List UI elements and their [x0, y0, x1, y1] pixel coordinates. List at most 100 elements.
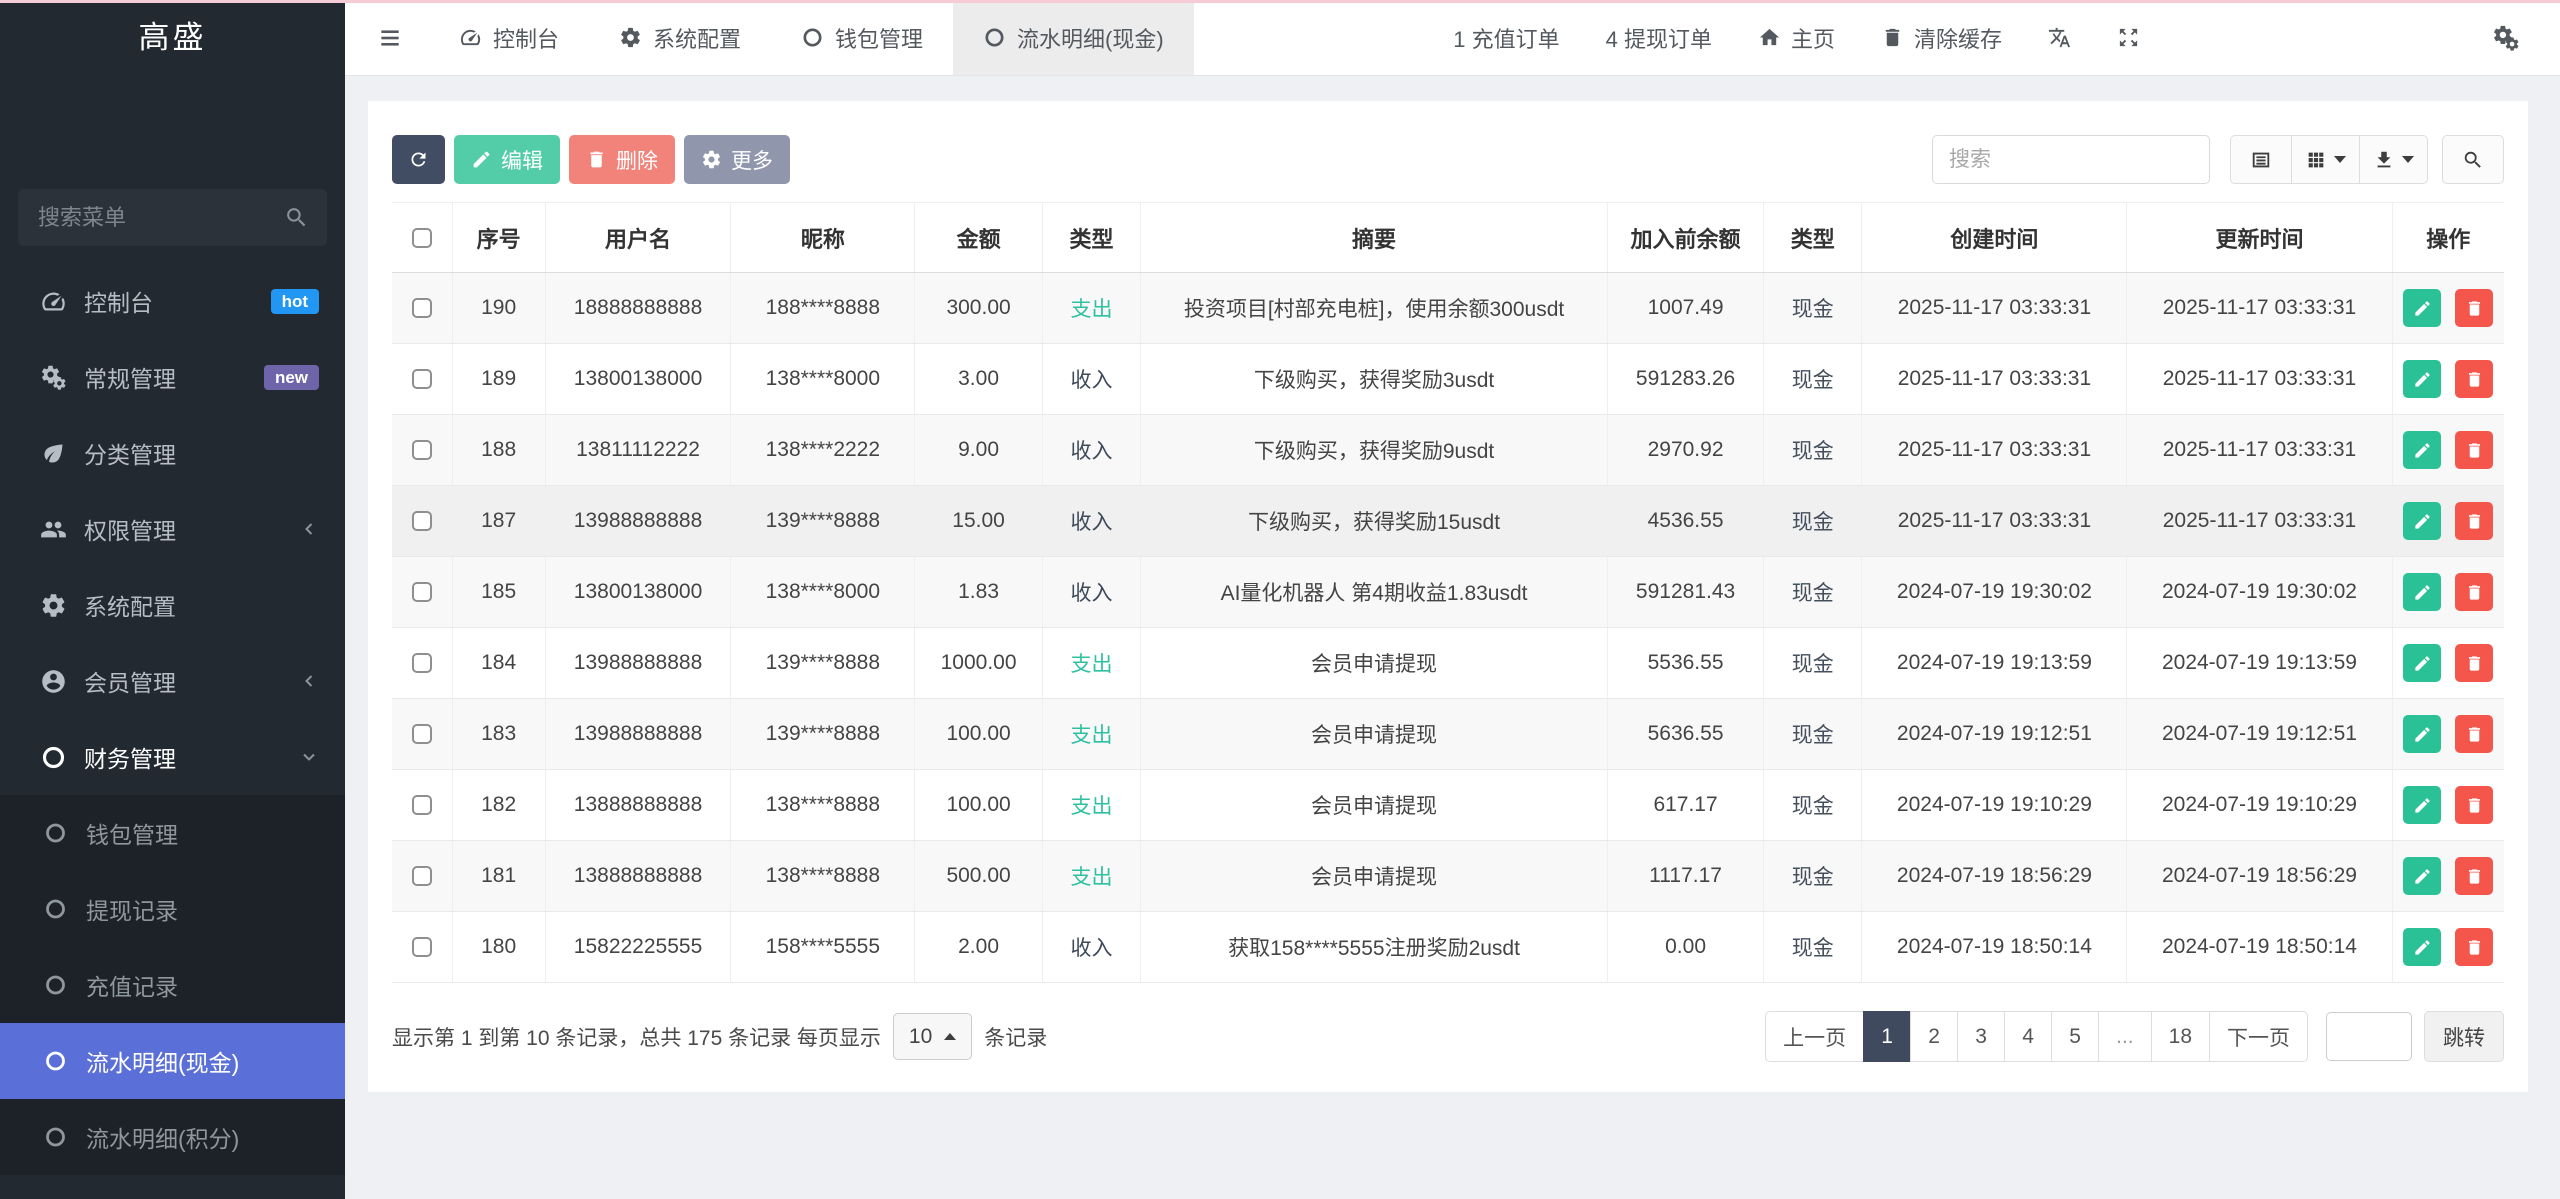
tab-wallet[interactable]: 钱包管理 — [771, 0, 953, 75]
clear-cache-link[interactable]: 清除缓存 — [1881, 22, 2002, 54]
row-edit-button[interactable] — [2403, 360, 2442, 398]
row-checkbox[interactable] — [412, 369, 433, 389]
cell-actions — [2391, 627, 2504, 699]
row-select-cell — [392, 627, 453, 699]
sidebar-item-recharge-records[interactable]: 充值记录 — [0, 947, 345, 1023]
table-search-input[interactable] — [1932, 135, 2210, 184]
row-delete-button[interactable] — [2455, 289, 2494, 327]
sidebar-item-points-flow[interactable]: 流水明细(积分) — [0, 1099, 345, 1175]
row-delete-button[interactable] — [2455, 715, 2494, 753]
row-checkbox[interactable] — [412, 866, 433, 886]
page-button[interactable]: 3 — [1957, 1011, 2006, 1062]
sidebar-search-input[interactable] — [18, 189, 327, 246]
row-delete-button[interactable] — [2455, 644, 2494, 682]
cell-balance: 2970.92 — [1606, 414, 1764, 486]
row-checkbox[interactable] — [412, 440, 433, 460]
cell-updated-time: 2024-07-19 18:50:14 — [2126, 911, 2392, 983]
sidebar-item-label: 流水明细(现金) — [86, 1050, 240, 1076]
sidebar-item-members[interactable]: 会员管理 — [0, 643, 345, 719]
row-edit-button[interactable] — [2403, 786, 2442, 824]
row-delete-button[interactable] — [2455, 928, 2494, 966]
row-delete-button[interactable] — [2455, 360, 2494, 398]
tab-cash-flow[interactable]: 流水明细(现金) — [953, 0, 1194, 75]
row-checkbox[interactable] — [412, 653, 433, 673]
row-edit-button[interactable] — [2403, 502, 2442, 540]
cell-actions — [2391, 556, 2504, 628]
export-button[interactable] — [2359, 135, 2428, 184]
row-delete-button[interactable] — [2455, 431, 2494, 469]
refresh-button[interactable] — [392, 135, 445, 184]
fullscreen-link[interactable] — [2117, 26, 2140, 49]
gear-icon — [619, 26, 642, 49]
sidebar-item-auth[interactable]: 权限管理 — [0, 491, 345, 567]
tab-dashboard[interactable]: 控制台 — [429, 0, 589, 75]
row-delete-button[interactable] — [2455, 786, 2494, 824]
row-delete-button[interactable] — [2455, 573, 2494, 611]
row-edit-button[interactable] — [2403, 644, 2442, 682]
sidebar-item-category[interactable]: 分类管理 — [0, 415, 345, 491]
row-edit-button[interactable] — [2403, 857, 2442, 895]
page-jump-input[interactable] — [2326, 1012, 2412, 1061]
page-button[interactable]: ... — [2098, 1011, 2152, 1062]
delete-button[interactable]: 删除 — [569, 135, 675, 184]
page-button[interactable]: 18 — [2150, 1011, 2210, 1062]
select-all-checkbox[interactable] — [412, 228, 433, 249]
row-checkbox[interactable] — [412, 582, 433, 602]
cell-balance: 591283.26 — [1606, 343, 1764, 415]
search-toggle-button[interactable] — [2442, 135, 2504, 184]
sidebar-item-sysconfig[interactable]: 系统配置 — [0, 567, 345, 643]
more-button[interactable]: 更多 — [684, 135, 790, 184]
page-jump-button[interactable]: 跳转 — [2424, 1011, 2504, 1062]
top-progress-strip — [0, 0, 2560, 3]
row-edit-button[interactable] — [2403, 928, 2442, 966]
row-checkbox[interactable] — [412, 724, 433, 744]
row-edit-button[interactable] — [2403, 573, 2442, 611]
edit-button[interactable]: 编辑 — [454, 135, 560, 184]
cell-updated-time: 2025-11-17 03:33:31 — [2126, 272, 2392, 344]
row-checkbox[interactable] — [412, 937, 433, 957]
pencil-icon — [2413, 867, 2432, 886]
home-link[interactable]: 主页 — [1758, 22, 1835, 54]
page-button[interactable]: 2 — [1910, 1011, 1959, 1062]
cell-username: 13988888888 — [544, 627, 731, 699]
row-delete-button[interactable] — [2455, 502, 2494, 540]
page-button[interactable]: 上一页 — [1765, 1011, 1865, 1062]
sidebar-item-dashboard[interactable]: 控制台 hot — [0, 263, 345, 339]
row-edit-button[interactable] — [2403, 289, 2442, 327]
page-button[interactable]: 1 — [1863, 1011, 1912, 1062]
column-header: 操作 — [2391, 202, 2504, 273]
row-checkbox[interactable] — [412, 795, 433, 815]
row-edit-button[interactable] — [2403, 715, 2442, 753]
page-size-dropdown[interactable]: 10 — [892, 1013, 973, 1060]
page-button[interactable]: 5 — [2051, 1011, 2100, 1062]
tab-sysconfig[interactable]: 系统配置 — [589, 0, 771, 75]
pagination: 上一页 1 2 3 4 5... 18 下一页 — [1765, 1011, 2308, 1062]
sidebar-item-general[interactable]: 常规管理 new — [0, 339, 345, 415]
row-checkbox[interactable] — [412, 298, 433, 318]
sidebar-item-cash-flow[interactable]: 流水明细(现金) — [0, 1023, 345, 1099]
clear-cache-label: 清除缓存 — [1913, 26, 2002, 52]
detail-view-button[interactable] — [2230, 135, 2292, 184]
toolbar: 编辑 删除 更多 — [392, 135, 2504, 184]
hamburger-icon[interactable] — [377, 25, 403, 51]
row-delete-button[interactable] — [2455, 857, 2494, 895]
withdraw-orders-link[interactable]: 4 提现订单 — [1606, 22, 1712, 54]
cell-amount: 9.00 — [914, 414, 1043, 486]
sidebar-item-label: 钱包管理 — [86, 822, 178, 848]
columns-button[interactable] — [2291, 135, 2360, 184]
sidebar-item-finance[interactable]: 财务管理 — [0, 719, 345, 795]
page-button[interactable]: 下一页 — [2209, 1011, 2308, 1062]
sidebar-item-withdraw-records[interactable]: 提现记录 — [0, 871, 345, 947]
row-select-cell — [392, 769, 453, 841]
row-checkbox[interactable] — [412, 511, 433, 531]
cell-actions — [2391, 911, 2504, 983]
language-link[interactable] — [2048, 26, 2071, 49]
cell-updated-time: 2024-07-19 19:30:02 — [2126, 556, 2392, 628]
recharge-orders-link[interactable]: 1 充值订单 — [1453, 22, 1559, 54]
table-row: 187 13988888888 139****8888 15.00 收入 下级购… — [392, 485, 2504, 557]
settings-gears-icon[interactable] — [2492, 24, 2520, 52]
tab-label: 钱包管理 — [835, 26, 924, 52]
sidebar-item-wallet[interactable]: 钱包管理 — [0, 795, 345, 871]
row-edit-button[interactable] — [2403, 431, 2442, 469]
page-button[interactable]: 4 — [2004, 1011, 2053, 1062]
